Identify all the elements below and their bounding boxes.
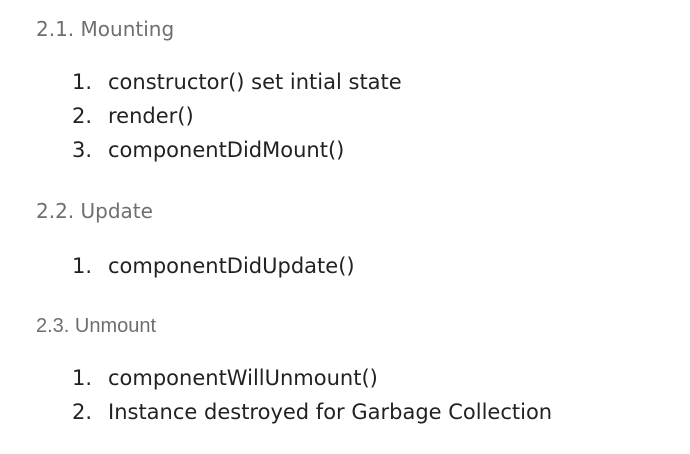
list-item-text: componentWillUnmount() [108,366,378,390]
section-heading-mounting: 2.1. Mounting [36,17,175,41]
list-item-number: 1. [72,254,93,278]
list-item-number: 2. [72,104,93,128]
section-heading-update: 2.2. Update [36,199,153,223]
list-item-number: 2. [72,400,93,424]
list-item-text: Instance destroyed for Garbage Collectio… [108,400,553,424]
list-item-text: componentDidUpdate() [108,254,355,278]
list-item-number: 1. [72,70,93,94]
section-heading-unmount: 2.3. Unmount [36,315,157,337]
list-item-text: componentDidMount() [108,138,345,162]
list-item-text: render() [108,104,194,128]
list-item-text: constructor() set intial state [108,70,402,94]
list-item-number: 3. [72,138,93,162]
list-item-number: 1. [72,366,93,390]
